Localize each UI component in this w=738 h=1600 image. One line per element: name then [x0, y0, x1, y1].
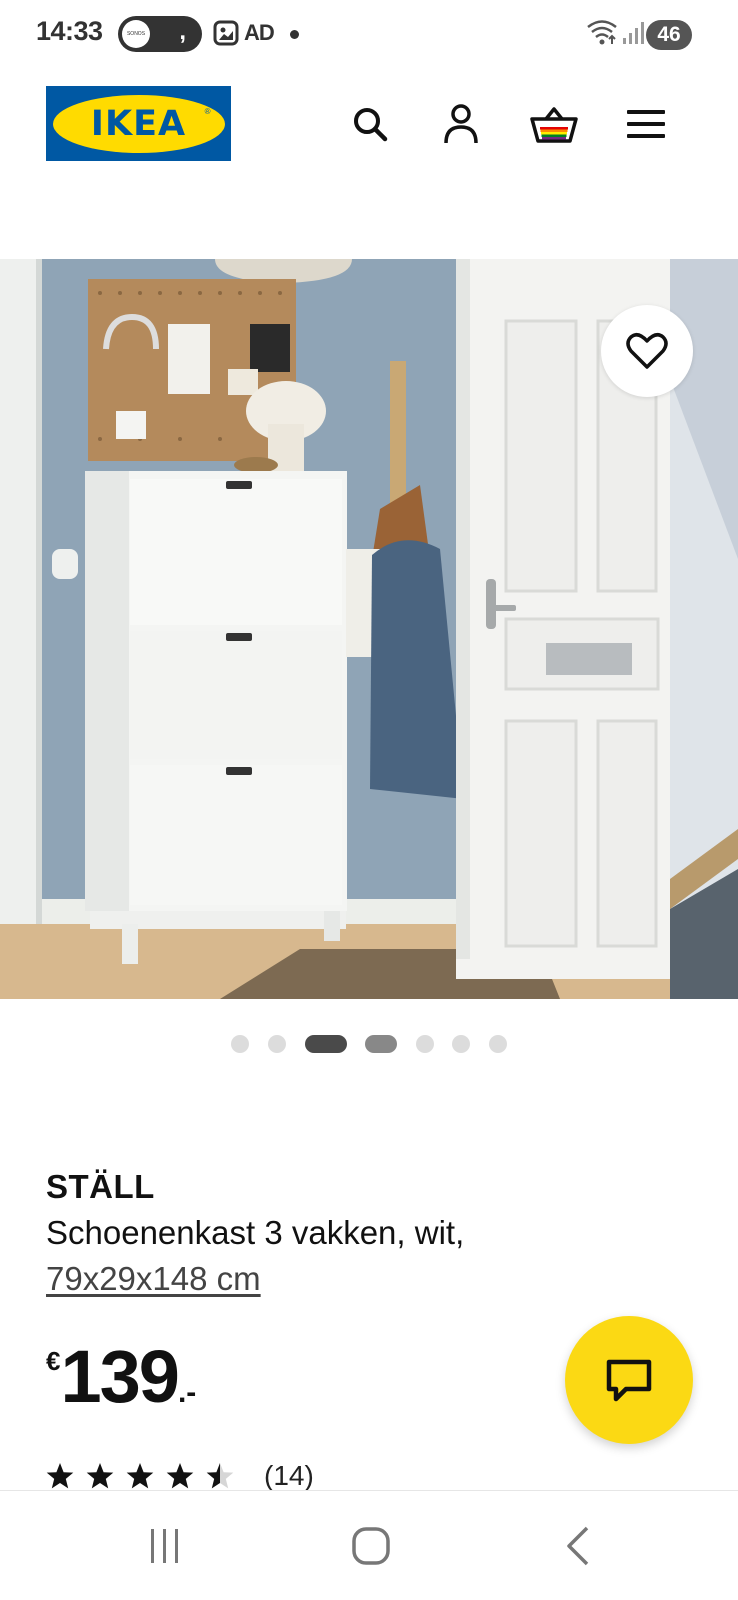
status-time: 14:33 [36, 16, 103, 46]
product-rating[interactable]: (14) [46, 1458, 314, 1494]
image-pager [0, 1034, 738, 1054]
heart-icon [626, 333, 668, 369]
basket-icon[interactable] [530, 100, 578, 148]
status-bar: 14:33 SONOS , AD 46 [0, 0, 738, 68]
pager-dot[interactable] [452, 1035, 470, 1053]
back-button[interactable] [548, 1521, 608, 1571]
system-nav-bar [0, 1490, 738, 1600]
logo-text: IKEA [90, 103, 187, 144]
sonos-icon: SONOS [122, 20, 150, 48]
screenshot-icon [213, 20, 239, 46]
recent-apps-button[interactable] [135, 1521, 195, 1571]
ikea-logo[interactable]: IKEA ® [46, 86, 231, 161]
price-value: 139 [60, 1335, 179, 1418]
home-button[interactable] [341, 1521, 401, 1571]
chat-icon [606, 1359, 652, 1402]
product-price: € 139 .- [46, 1340, 196, 1414]
notification-dot [290, 30, 299, 39]
sonos-notification: SONOS , [118, 16, 202, 52]
chat-button[interactable] [565, 1316, 693, 1444]
search-icon[interactable] [346, 100, 394, 148]
back-icon [567, 1526, 589, 1566]
pager-dot[interactable] [365, 1035, 397, 1053]
pager-dot[interactable] [231, 1035, 249, 1053]
pager-dot[interactable] [489, 1035, 507, 1053]
pager-dot[interactable] [416, 1035, 434, 1053]
product-dimensions-link[interactable]: 79x29x148 cm [46, 1260, 261, 1298]
pager-dot-active[interactable] [305, 1035, 347, 1053]
signal-icon [623, 22, 644, 44]
price-currency: € [46, 1346, 61, 1376]
account-icon[interactable] [437, 100, 485, 148]
recent-apps-icon [151, 1529, 178, 1563]
logo-registered-mark: ® [204, 106, 211, 116]
battery-indicator: 46 [646, 20, 692, 50]
product-name: STÄLL [46, 1168, 155, 1205]
price-suffix: .- [177, 1376, 197, 1409]
sonos-indicator: , [179, 18, 186, 45]
product-description: Schoenenkast 3 vakken, wit, [46, 1214, 465, 1251]
rating-stars [46, 1463, 234, 1489]
home-icon [352, 1527, 390, 1565]
wifi-icon [587, 20, 617, 45]
review-count: (14) [264, 1460, 314, 1491]
ad-icon: AD [244, 20, 275, 45]
logo-oval: IKEA ® [52, 94, 225, 153]
favorite-button[interactable] [601, 305, 693, 397]
menu-icon[interactable] [622, 100, 670, 148]
pager-dot[interactable] [268, 1035, 286, 1053]
